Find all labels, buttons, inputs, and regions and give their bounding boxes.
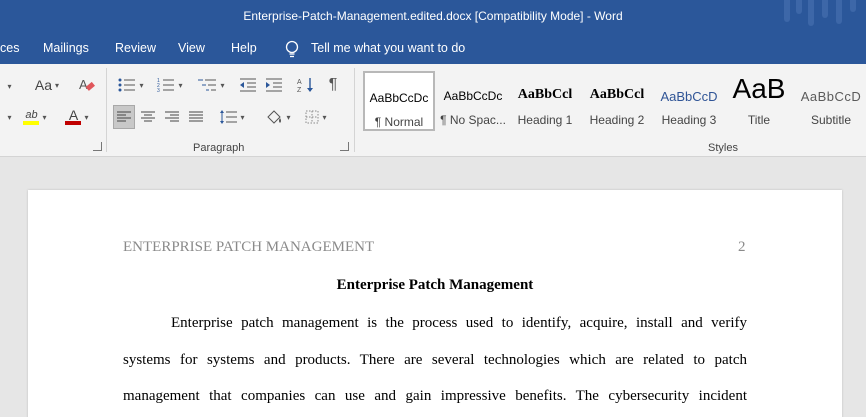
tab-help[interactable]: Help bbox=[231, 41, 257, 55]
styles-group-label: Styles bbox=[708, 142, 738, 154]
style-sample: AaB bbox=[732, 73, 786, 104]
borders-button[interactable]: ▾ bbox=[300, 105, 332, 129]
tab-review[interactable]: Review bbox=[115, 41, 156, 55]
style-heading-2[interactable]: AaBbCcl Heading 2 bbox=[581, 71, 653, 131]
style-name: Heading 2 bbox=[589, 113, 645, 127]
title-bar: Enterprise-Patch-Management.edited.docx … bbox=[0, 0, 866, 32]
tell-me-search[interactable]: Tell me what you want to do bbox=[311, 41, 465, 55]
increase-indent-icon bbox=[266, 78, 282, 92]
multilevel-list-button[interactable]: ▾ bbox=[192, 73, 230, 97]
font-size-caret-icon[interactable]: ▾ bbox=[0, 74, 16, 98]
decrease-indent-button[interactable] bbox=[236, 73, 260, 97]
styles-gallery: AaBbCcDc ¶ Normal AaBbCcDc ¶ No Spac... … bbox=[363, 69, 866, 133]
line-spacing-button[interactable]: ▾ bbox=[215, 105, 249, 129]
font-color-button[interactable]: A ▾ bbox=[60, 105, 94, 129]
ribbon-tabs: ces Mailings Review View Help Tell me wh… bbox=[0, 32, 866, 64]
style-title[interactable]: AaB Title bbox=[723, 71, 795, 131]
sort-button[interactable]: AZ bbox=[294, 73, 318, 97]
svg-text:3: 3 bbox=[157, 88, 160, 93]
body-line: systems for systems and products. There … bbox=[123, 352, 747, 368]
borders-icon bbox=[305, 110, 319, 124]
font-color-label: A bbox=[68, 107, 79, 123]
style-name: ¶ Normal bbox=[374, 115, 424, 129]
running-header: ENTERPRISE PATCH MANAGEMENT bbox=[123, 239, 375, 255]
bullets-button[interactable]: ▾ bbox=[114, 73, 148, 97]
change-case-button[interactable]: Aa ▾ bbox=[30, 73, 64, 97]
document-page[interactable]: ENTERPRISE PATCH MANAGEMENT 2 Enterprise… bbox=[28, 190, 842, 417]
body-line: management that companies can use and ga… bbox=[123, 388, 747, 404]
align-center-icon bbox=[141, 111, 155, 122]
highlight-button[interactable]: ab ▾ bbox=[20, 105, 50, 129]
clear-formatting-button[interactable]: A bbox=[76, 73, 98, 97]
style-name: Heading 3 bbox=[661, 113, 717, 127]
align-center-button[interactable] bbox=[137, 105, 159, 129]
paint-bucket-icon bbox=[267, 110, 282, 124]
align-right-button[interactable] bbox=[161, 105, 183, 129]
highlight-label: ab bbox=[25, 108, 38, 121]
style-heading-3[interactable]: AaBbCcD Heading 3 bbox=[653, 71, 725, 131]
style-sample: AaBbCcDc bbox=[443, 89, 503, 103]
lightbulb-icon[interactable] bbox=[284, 40, 300, 58]
group-separator bbox=[354, 68, 355, 152]
align-left-icon bbox=[117, 111, 131, 122]
page-number: 2 bbox=[738, 239, 746, 255]
numbering-icon: 1 2 3 bbox=[157, 78, 175, 93]
body-line: Enterprise patch management is the proce… bbox=[171, 315, 747, 331]
highlight-color-swatch bbox=[23, 120, 40, 125]
font-dialog-launcher-icon[interactable] bbox=[93, 142, 102, 151]
change-case-label: Aa bbox=[34, 77, 53, 93]
eraser-icon: A bbox=[79, 77, 95, 92]
multilevel-list-icon bbox=[198, 79, 217, 91]
bullets-icon bbox=[118, 78, 136, 92]
group-separator bbox=[106, 68, 107, 152]
decrease-indent-icon bbox=[240, 78, 256, 92]
svg-text:Z: Z bbox=[297, 87, 302, 93]
show-hide-marks-button[interactable]: ¶ bbox=[321, 73, 345, 97]
tab-mailings[interactable]: Mailings bbox=[43, 41, 89, 55]
paragraph-group-label: Paragraph bbox=[193, 142, 245, 154]
increase-indent-button[interactable] bbox=[262, 73, 286, 97]
svg-text:A: A bbox=[297, 79, 302, 86]
font-color-swatch bbox=[65, 121, 82, 125]
style-name: Subtitle bbox=[810, 113, 852, 127]
style-sample: AaBbCcD bbox=[800, 89, 862, 104]
style-no-spacing[interactable]: AaBbCcDc ¶ No Spac... bbox=[437, 71, 509, 131]
pilcrow-icon: ¶ bbox=[328, 76, 338, 93]
style-sample: AaBbCcD bbox=[660, 89, 718, 104]
style-name: ¶ No Spac... bbox=[440, 113, 506, 127]
window-title: Enterprise-Patch-Management.edited.docx … bbox=[243, 9, 623, 23]
style-normal[interactable]: AaBbCcDc ¶ Normal bbox=[363, 71, 435, 131]
style-sample: AaBbCcl bbox=[589, 87, 645, 102]
tab-references[interactable]: ces bbox=[0, 41, 19, 55]
document-title: Enterprise Patch Management bbox=[336, 277, 534, 293]
numbering-button[interactable]: 1 2 3 ▾ bbox=[153, 73, 187, 97]
ribbon: ▾ Aa ▾ A ▾ ab ▾ A ▾ ▾ 1 2 3 ▾ ▾ A Z ¶ ▾ … bbox=[0, 64, 866, 157]
shading-button[interactable]: ▾ bbox=[260, 105, 296, 129]
svg-text:A: A bbox=[79, 77, 88, 92]
document-area: ENTERPRISE PATCH MANAGEMENT 2 Enterprise… bbox=[0, 157, 866, 417]
style-sample: AaBbCcDc bbox=[369, 91, 429, 105]
style-sample: AaBbCcl bbox=[517, 87, 573, 102]
sort-icon: AZ bbox=[297, 78, 313, 93]
style-heading-1[interactable]: AaBbCcl Heading 1 bbox=[509, 71, 581, 131]
tab-view[interactable]: View bbox=[178, 41, 205, 55]
title-bar-pattern bbox=[776, 0, 866, 32]
justify-icon bbox=[189, 111, 203, 122]
style-name: Title bbox=[747, 113, 771, 127]
justify-button[interactable] bbox=[185, 105, 207, 129]
align-right-icon bbox=[165, 111, 179, 122]
align-left-button[interactable] bbox=[113, 105, 135, 129]
line-spacing-icon bbox=[220, 110, 238, 124]
paragraph-dialog-launcher-icon[interactable] bbox=[340, 142, 349, 151]
style-subtitle[interactable]: AaBbCcD Subtitle bbox=[795, 71, 866, 131]
font-style-caret-icon[interactable]: ▾ bbox=[0, 105, 16, 129]
style-name: Heading 1 bbox=[517, 113, 573, 127]
